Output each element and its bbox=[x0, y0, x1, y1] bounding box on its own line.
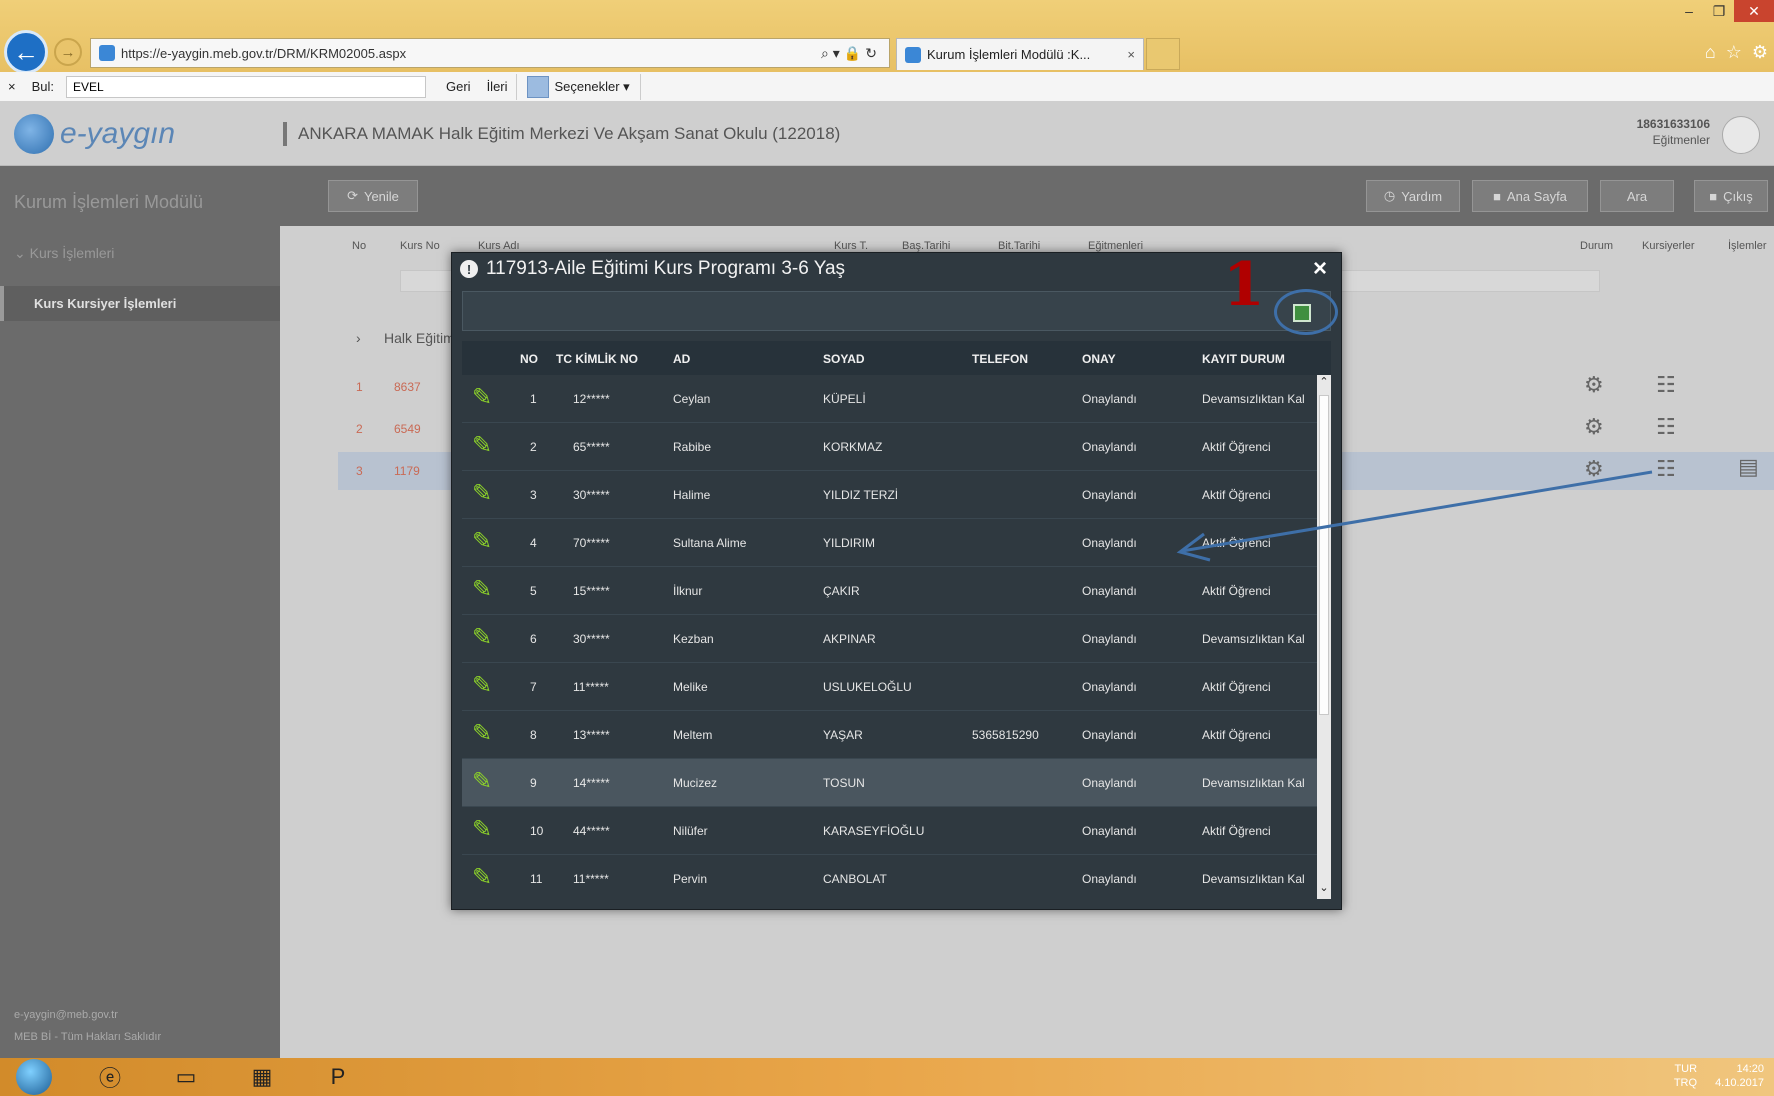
windows-orb-icon bbox=[16, 1059, 52, 1095]
tray-date: 4.10.2017 bbox=[1715, 1077, 1764, 1089]
system-tray: TUR TRQ 14:20 4.10.2017 bbox=[1674, 1062, 1764, 1090]
start-button[interactable] bbox=[8, 1059, 60, 1095]
excel-taskbar-icon[interactable]: ▦ bbox=[236, 1060, 288, 1094]
tray-lang-code: TUR bbox=[1674, 1063, 1698, 1075]
tray-language[interactable]: TUR TRQ bbox=[1674, 1062, 1697, 1090]
tray-region: TRQ bbox=[1673, 1077, 1698, 1089]
ie-taskbar-icon[interactable]: ⓔ bbox=[84, 1060, 136, 1094]
tray-clock[interactable]: 14:20 4.10.2017 bbox=[1715, 1062, 1764, 1090]
file-explorer-icon[interactable]: ▭ bbox=[160, 1060, 212, 1094]
powerpoint-taskbar-icon[interactable]: P bbox=[312, 1060, 364, 1094]
tray-time: 14:20 bbox=[1736, 1063, 1764, 1075]
annotation-arrow bbox=[1176, 470, 1653, 562]
taskbar: ⓔ ▭ ▦ P TUR TRQ 14:20 4.10.2017 bbox=[0, 1058, 1774, 1096]
